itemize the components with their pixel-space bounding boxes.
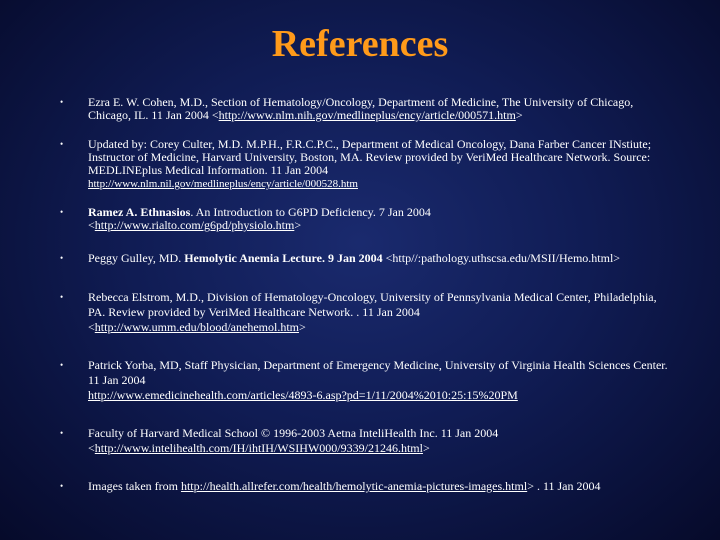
bullet: •: [60, 253, 64, 263]
reference-text-start: <: [88, 218, 95, 232]
bullet: •: [60, 481, 64, 491]
reference-item: • Rebecca Elstrom, M.D., Division of Hem…: [60, 290, 668, 335]
reference-item: • Updated by: Corey Culter, M.D. M.P.H.,…: [60, 137, 668, 191]
reference-link[interactable]: http://www.nlm.nih.gov/medlineplus/ency/…: [219, 108, 516, 122]
reference-item: • Images taken from http://health.allref…: [60, 479, 688, 493]
reference-text-end: > . 11 Jan 2004: [527, 479, 601, 493]
reference-text: Updated by: Corey Culter, M.D. M.P.H., F…: [88, 137, 652, 177]
reference-text-end: >: [298, 320, 306, 334]
bullet: •: [60, 97, 64, 107]
reference-link[interactable]: http://www.intelihealth.com/IH/ihtIH/WSI…: [95, 441, 423, 455]
reference-text-start: <: [88, 320, 95, 334]
reference-link[interactable]: http://www.rialto.com/g6pd/physiolo.htm: [95, 218, 295, 232]
reference-link[interactable]: http://health.allrefer.com/health/hemoly…: [181, 479, 527, 493]
reference-link[interactable]: http://www.nlm.nil.gov/medlineplus/ency/…: [88, 178, 358, 190]
reference-text-end: >: [515, 108, 523, 122]
reference-item: • Ezra E. W. Cohen, M.D., Section of Hem…: [60, 96, 668, 122]
reference-text: Rebecca Elstrom, M.D., Division of Hemat…: [88, 290, 657, 319]
reference-text-end: <http//:pathology.uthscsa.edu/MSII/Hemo.…: [382, 251, 621, 265]
bullet: •: [60, 207, 64, 217]
reference-link[interactable]: http://www.emedicinehealth.com/articles/…: [88, 388, 518, 402]
bullet: •: [60, 139, 64, 149]
reference-item: • Peggy Gulley, MD. Hemolytic Anemia Lec…: [60, 251, 668, 265]
reference-text-end: >: [294, 218, 302, 232]
reference-title: Hemolytic Anemia Lecture. 9 Jan 2004: [184, 251, 383, 265]
reference-text: Images taken from: [88, 479, 181, 493]
reference-text: Faculty of Harvard Medical School © 1996…: [88, 426, 499, 440]
reference-text-start: <: [88, 441, 95, 455]
reference-item: • Patrick Yorba, MD, Staff Physician, De…: [60, 358, 668, 403]
reference-item: • Faculty of Harvard Medical School © 19…: [60, 426, 668, 456]
reference-text: Patrick Yorba, MD, Staff Physician, Depa…: [88, 358, 668, 387]
reference-text: Peggy Gulley, MD.: [88, 251, 185, 265]
reference-text: . An Introduction to G6PD Deficiency. 7 …: [190, 205, 431, 219]
bullet: •: [60, 292, 64, 302]
bullet: •: [60, 428, 64, 438]
reference-link[interactable]: http://www.umm.edu/blood/anehemol.htm: [95, 320, 299, 334]
references-list: • Ezra E. W. Cohen, M.D., Section of Hem…: [0, 0, 720, 540]
reference-author: Ramez A. Ethnasios: [88, 205, 191, 219]
bullet: •: [60, 360, 64, 370]
reference-item: • Ramez A. Ethnasios. An Introduction to…: [60, 205, 668, 232]
reference-text-end: >: [422, 441, 430, 455]
